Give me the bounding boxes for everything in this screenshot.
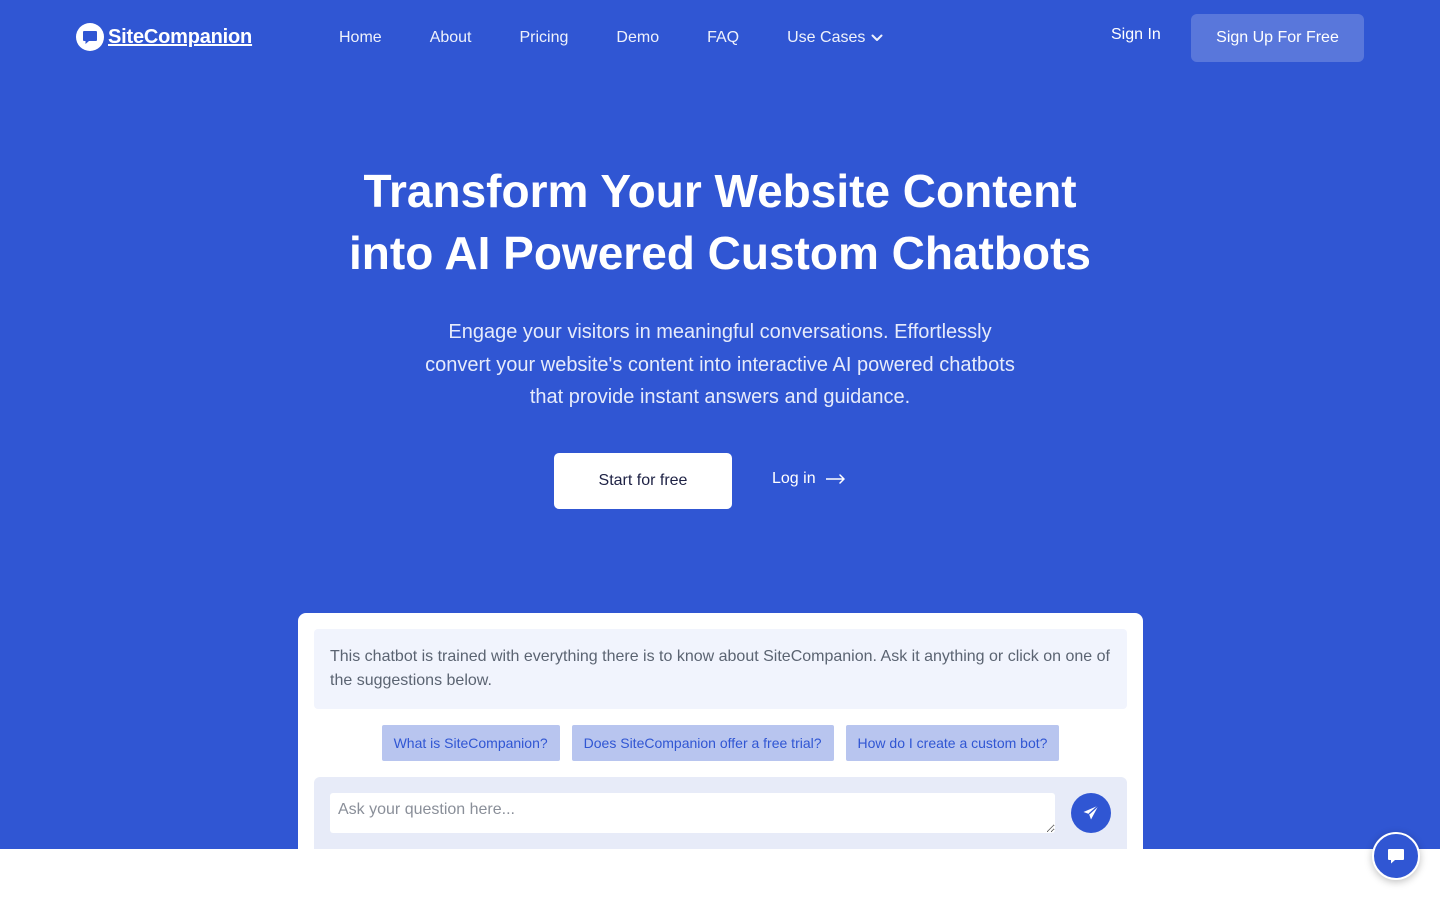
suggestion-create-bot[interactable]: How do I create a custom bot? bbox=[845, 725, 1060, 761]
chatbot-intro-message: This chatbot is trained with everything … bbox=[314, 629, 1127, 709]
hero-title-line1: Transform Your Website Content bbox=[363, 165, 1077, 217]
suggestion-list: What is SiteCompanion? Does SiteCompanio… bbox=[298, 725, 1143, 761]
arrow-right-icon bbox=[825, 474, 845, 484]
nav-item-demo[interactable]: Demo bbox=[616, 29, 659, 47]
sign-up-button[interactable]: Sign Up For Free bbox=[1191, 14, 1364, 62]
nav-item-use-cases-label: Use Cases bbox=[787, 29, 866, 46]
brand-logo[interactable]: SiteCompanion bbox=[76, 23, 252, 51]
chat-widget-button[interactable] bbox=[1372, 832, 1420, 880]
nav-item-faq[interactable]: FAQ bbox=[707, 29, 739, 47]
nav-item-home[interactable]: Home bbox=[339, 29, 382, 47]
log-in-label: Log in bbox=[772, 470, 816, 487]
start-for-free-button[interactable]: Start for free bbox=[554, 453, 732, 509]
send-button[interactable] bbox=[1071, 793, 1111, 833]
brand-name: SiteCompanion bbox=[108, 25, 253, 48]
suggestion-what-is[interactable]: What is SiteCompanion? bbox=[381, 725, 560, 761]
chat-input-area bbox=[314, 777, 1127, 849]
main-nav: Home About Pricing Demo FAQ Use Cases bbox=[339, 26, 883, 50]
chat-bubble-icon bbox=[1388, 848, 1404, 863]
hero-title-line2: into AI Powered Custom Chatbots bbox=[349, 227, 1091, 279]
nav-item-about[interactable]: About bbox=[430, 29, 472, 47]
nav-item-use-cases[interactable]: Use Cases bbox=[787, 29, 883, 47]
log-in-link[interactable]: Log in bbox=[772, 470, 846, 488]
chatbot-demo-card: This chatbot is trained with everything … bbox=[298, 613, 1143, 849]
chevron-down-icon bbox=[871, 34, 883, 41]
hero-title: Transform Your Website Content into AI P… bbox=[300, 160, 1140, 284]
nav-item-pricing[interactable]: Pricing bbox=[520, 29, 569, 47]
suggestion-free-trial[interactable]: Does SiteCompanion offer a free trial? bbox=[571, 725, 834, 761]
chat-bubble-icon bbox=[76, 23, 104, 51]
hero-subtitle: Engage your visitors in meaningful conve… bbox=[425, 321, 1015, 408]
paper-plane-icon bbox=[1083, 804, 1099, 820]
sign-in-link[interactable]: Sign In bbox=[1111, 26, 1161, 44]
hero-section: SiteCompanion Home About Pricing Demo FA… bbox=[0, 0, 1440, 849]
chat-question-input[interactable] bbox=[330, 793, 1055, 833]
